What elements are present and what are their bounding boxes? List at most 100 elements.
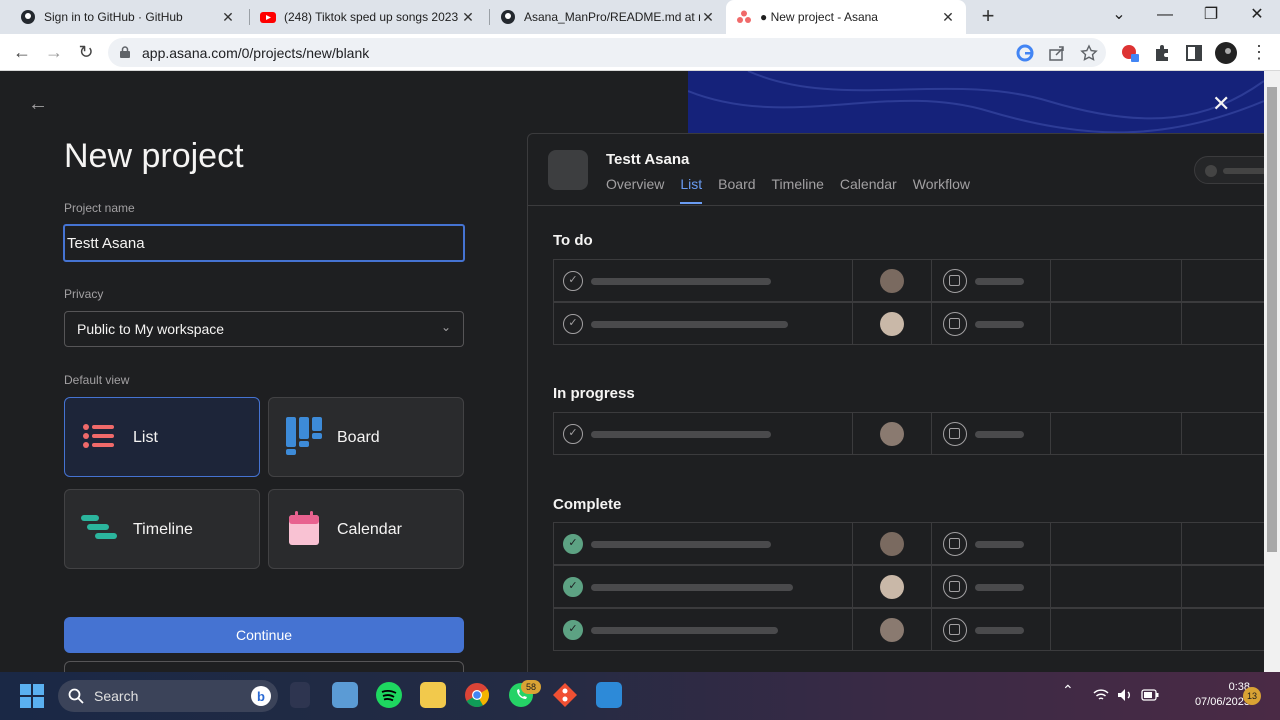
section-heading: Complete (553, 496, 622, 513)
view-option-label: Board (337, 429, 380, 446)
close-tab-icon[interactable]: ✕ (940, 9, 956, 26)
check-icon: ✓ (563, 424, 583, 444)
check-done-icon: ✓ (563, 534, 583, 554)
tab-workflow: Workflow (912, 176, 971, 192)
search-label: Search (94, 688, 139, 704)
tab-title: ● New project - Asana (760, 10, 878, 24)
project-name-label: Project name (64, 201, 135, 215)
chevron-up-icon[interactable]: ⌃ (1062, 682, 1074, 699)
spotify-icon[interactable] (376, 682, 402, 708)
task-row: ✓ (553, 302, 1264, 345)
check-done-icon: ✓ (563, 620, 583, 640)
tab-search-icon[interactable]: ⌄ (1096, 0, 1142, 34)
tab-github-readme[interactable]: Asana_ManPro/README.md at m ✕ (490, 0, 726, 34)
task-row: ✓ (553, 412, 1264, 455)
page-title: New project (64, 137, 244, 175)
view-option-timeline[interactable]: Timeline (64, 489, 260, 569)
tab-timeline: Timeline (771, 176, 824, 192)
project-name-input[interactable] (63, 224, 465, 262)
extensions-puzzle-icon[interactable] (1152, 43, 1172, 63)
view-option-calendar[interactable]: Calendar (268, 489, 464, 569)
profile-avatar[interactable] (1215, 42, 1237, 64)
new-tab-icon[interactable]: + (976, 4, 1000, 30)
avatar (880, 422, 904, 446)
git-app-icon[interactable] (552, 682, 578, 708)
clock-date: 07/06/2023 (1194, 696, 1250, 708)
clock[interactable]: 0:38 07/06/2023 (1170, 680, 1250, 710)
tab-title: Sign in to GitHub · GitHub (44, 10, 183, 24)
windows-start-icon[interactable] (20, 684, 44, 708)
github-icon (21, 10, 35, 24)
calendar-icon (289, 511, 319, 545)
taskbar-search[interactable]: Search b (58, 680, 278, 712)
share-icon[interactable] (1048, 44, 1066, 62)
svg-text:b: b (257, 689, 265, 704)
address-bar[interactable]: app.asana.com/0/projects/new/blank (108, 38, 1106, 67)
volume-icon[interactable] (1117, 688, 1133, 702)
avatar (880, 575, 904, 599)
forward-icon[interactable]: → (41, 40, 67, 64)
menu-kebab-icon[interactable]: ⋮ (1246, 40, 1272, 64)
calendar-icon (943, 532, 967, 556)
windows-taskbar: Search b 58 ⌃ 0:38 07/06/2023 13 (0, 672, 1280, 720)
asana-icon (737, 10, 751, 23)
close-icon[interactable]: ✕ (1212, 91, 1230, 117)
close-tab-icon[interactable]: ✕ (460, 9, 476, 26)
search-icon (68, 688, 84, 704)
secondary-button[interactable] (64, 661, 464, 672)
photos-icon[interactable] (596, 682, 622, 708)
chrome-icon[interactable] (464, 682, 490, 708)
bing-icon: b (251, 686, 271, 706)
back-icon[interactable]: ← (9, 40, 35, 64)
avatar (880, 618, 904, 642)
calendar-icon (943, 618, 967, 642)
reload-icon[interactable]: ↻ (73, 40, 99, 64)
continue-button[interactable]: Continue (64, 617, 464, 653)
calendar-icon (943, 575, 967, 599)
restore-icon[interactable]: ❐ (1188, 0, 1234, 34)
page-scrollbar[interactable] (1264, 71, 1280, 672)
side-panel-icon[interactable] (1184, 43, 1204, 63)
battery-icon[interactable] (1141, 689, 1159, 701)
google-icon[interactable] (1016, 44, 1034, 62)
tab-asana-active[interactable]: ● New project - Asana ✕ (726, 0, 966, 34)
control-panel-icon[interactable] (332, 682, 358, 708)
avatar (880, 532, 904, 556)
extension-red-icon[interactable] (1120, 43, 1140, 63)
file-explorer-icon[interactable] (420, 682, 446, 708)
back-arrow-icon[interactable]: ← (28, 93, 48, 116)
board-icon (286, 417, 322, 455)
task-row: ✓ (553, 565, 1264, 608)
url-text: app.asana.com/0/projects/new/blank (142, 45, 370, 61)
calendar-icon (943, 269, 967, 293)
tab-list: List (680, 176, 702, 204)
close-window-icon[interactable]: ✕ (1234, 0, 1280, 34)
view-option-list[interactable]: List (64, 397, 260, 477)
task-row: ✓ (553, 608, 1264, 651)
star-icon[interactable] (1080, 44, 1098, 62)
notification-badge[interactable]: 13 (1243, 687, 1261, 705)
calendar-icon (943, 312, 967, 336)
close-tab-icon[interactable]: ✕ (700, 9, 716, 26)
close-tab-icon[interactable]: ✕ (220, 9, 236, 26)
timeline-icon (81, 515, 117, 539)
wifi-icon[interactable] (1093, 688, 1109, 702)
tab-github-signin[interactable]: Sign in to GitHub · GitHub ✕ (10, 0, 246, 34)
task-row: ✓ (553, 522, 1264, 565)
tab-title: Asana_ManPro/README.md at m (524, 10, 700, 24)
check-done-icon: ✓ (563, 577, 583, 597)
section-heading: To do (553, 232, 593, 249)
taskview-icon[interactable] (290, 682, 310, 708)
minimize-icon[interactable]: — (1142, 0, 1188, 34)
project-preview: Testt Asana Overview List Board Timeline… (527, 133, 1264, 672)
share-pill (1194, 156, 1264, 184)
view-option-board[interactable]: Board (268, 397, 464, 477)
privacy-select[interactable]: Public to My workspace ⌄ (64, 311, 464, 347)
lock-icon (120, 46, 130, 58)
avatar (880, 269, 904, 293)
view-option-label: Calendar (337, 521, 402, 538)
check-icon: ✓ (563, 271, 583, 291)
default-view-label: Default view (64, 373, 130, 387)
tab-youtube[interactable]: (248) Tiktok sped up songs 2023 💨 ✕ (250, 0, 486, 34)
preview-project-title: Testt Asana (606, 151, 690, 168)
